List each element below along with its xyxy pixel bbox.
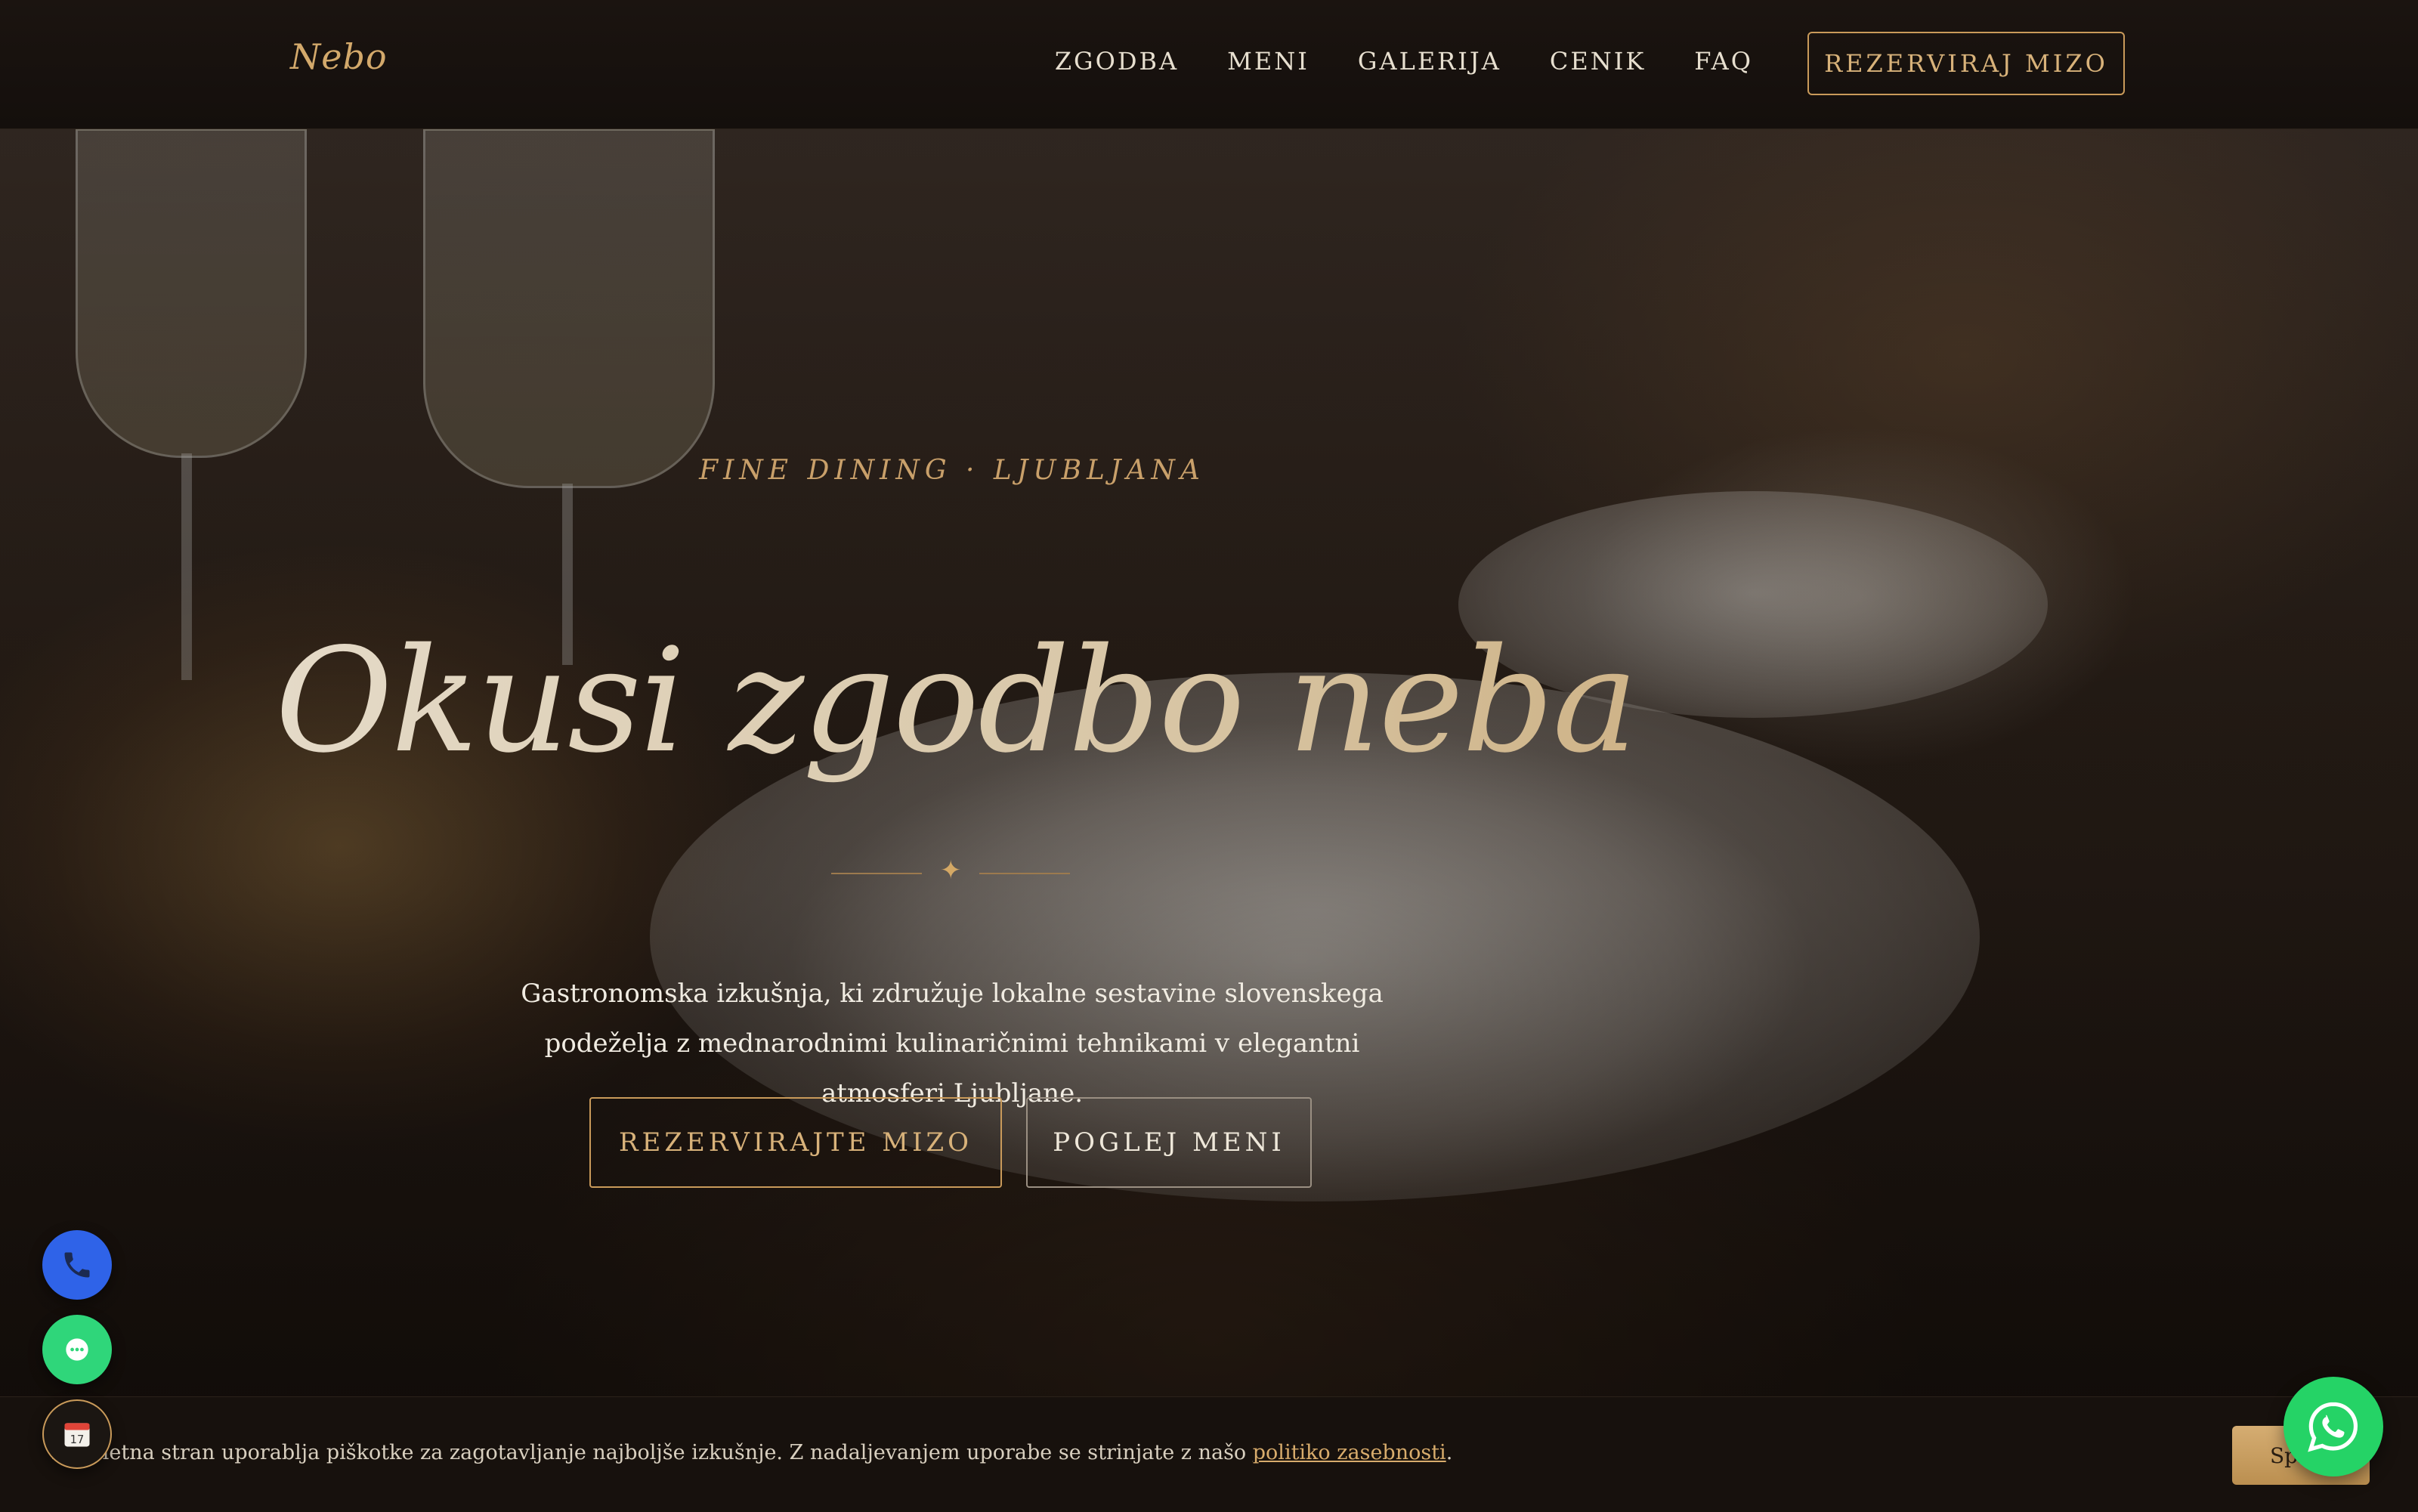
- site-header: Nebo ZGODBA MENI GALERIJA CENIK FAQ REZE…: [0, 0, 2418, 129]
- phone-button[interactable]: [42, 1230, 112, 1300]
- nav-item-zgodba[interactable]: ZGODBA: [1055, 47, 1179, 76]
- chat-icon: [66, 1338, 88, 1361]
- cookie-banner: Ta spletna stran uporablja piškotke za z…: [0, 1396, 2418, 1512]
- calendar-day: 17: [70, 1433, 85, 1446]
- star-icon: ✦: [940, 855, 962, 886]
- reserve-table-button[interactable]: REZERVIRAJ MIZO: [1807, 32, 2125, 95]
- calendar-button[interactable]: 17: [42, 1399, 112, 1469]
- nav-item-faq[interactable]: FAQ: [1694, 47, 1753, 76]
- hero-eyebrow: FINE DINING · LJUBLJANA: [699, 455, 1205, 486]
- privacy-policy-link[interactable]: politiko zasebnosti: [1253, 1441, 1446, 1464]
- hero-subtitle: Gastronomska izkušnja, ki združuje lokal…: [521, 979, 1384, 1108]
- divider-line: [979, 873, 1070, 874]
- cookie-text: Ta spletna stran uporablja piškotke za z…: [48, 1441, 1452, 1464]
- main-nav: ZGODBA MENI GALERIJA CENIK FAQ: [1055, 47, 1753, 76]
- logo[interactable]: Nebo: [290, 36, 388, 77]
- cookie-period: .: [1446, 1441, 1453, 1464]
- whatsapp-icon: [2308, 1402, 2358, 1452]
- phone-icon: [64, 1252, 90, 1278]
- hero-section: FINE DINING · LJUBLJANA Okusi zgodbo neb…: [0, 128, 2418, 1398]
- whatsapp-button[interactable]: [2283, 1377, 2383, 1476]
- divider-line: [831, 873, 922, 874]
- nav-item-cenik[interactable]: CENIK: [1550, 47, 1646, 76]
- hero-title: Okusi zgodbo neba: [0, 617, 1912, 784]
- cookie-message: Ta spletna stran uporablja piškotke za z…: [48, 1441, 1253, 1464]
- calendar-icon: 17: [64, 1423, 90, 1447]
- ornament-divider: ✦: [831, 855, 1073, 887]
- nav-item-galerija[interactable]: GALERIJA: [1358, 47, 1501, 76]
- reserve-table-hero-button[interactable]: REZERVIRAJTE MIZO: [589, 1097, 1002, 1188]
- view-menu-button[interactable]: POGLEJ MENI: [1026, 1097, 1312, 1188]
- hero-content: FINE DINING · LJUBLJANA Okusi zgodbo neb…: [0, 128, 2418, 1398]
- nav-item-meni[interactable]: MENI: [1227, 47, 1309, 76]
- chat-button[interactable]: [42, 1315, 112, 1384]
